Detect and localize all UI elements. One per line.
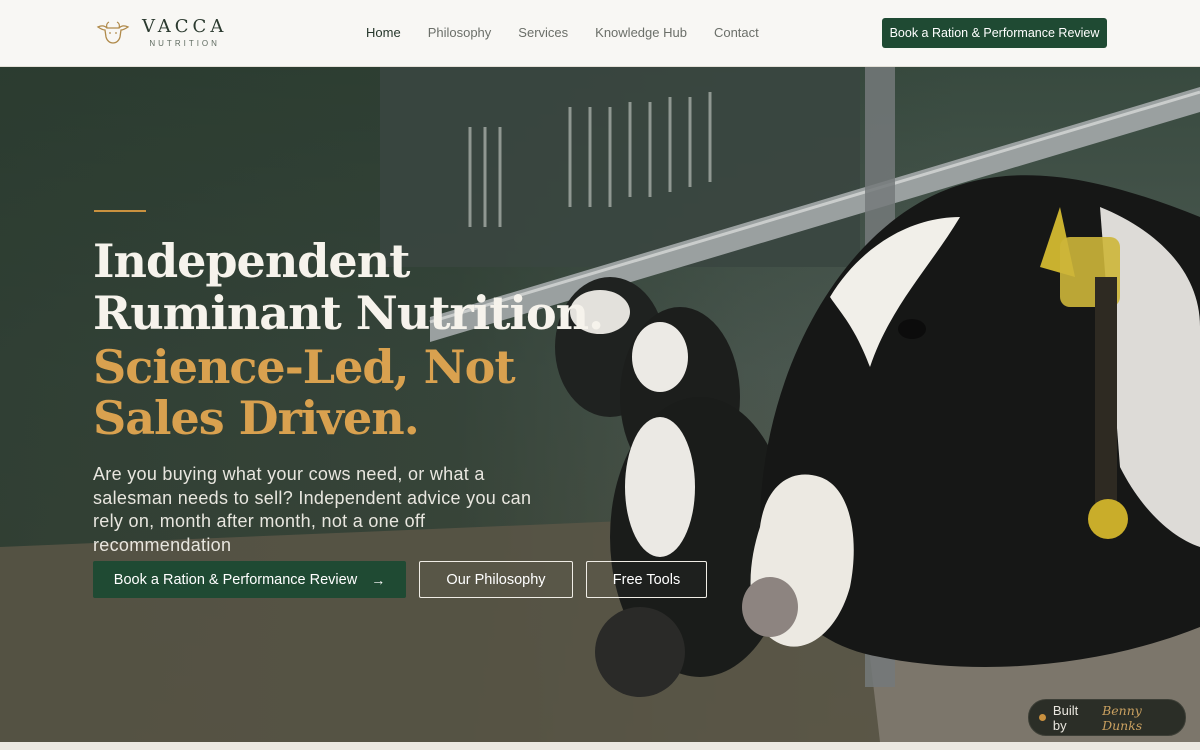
arrow-right-icon: →: [371, 571, 386, 588]
brand-name: VACCA: [142, 16, 228, 37]
hero-book-review-button[interactable]: Book a Ration & Performance Review →: [93, 561, 406, 598]
logo-wordmark: VACCA NUTRITION: [142, 18, 227, 48]
free-tools-button[interactable]: Free Tools: [586, 561, 707, 598]
hero-headline: Independent Ruminant Nutrition.: [93, 234, 604, 340]
hero-section: Independent Ruminant Nutrition. Science-…: [0, 67, 1200, 742]
header-book-review-button[interactable]: Book a Ration & Performance Review: [882, 18, 1107, 48]
main-nav: Home Philosophy Services Knowledge Hub C…: [366, 25, 759, 40]
nav-contact[interactable]: Contact: [714, 25, 759, 40]
our-philosophy-button[interactable]: Our Philosophy: [419, 561, 573, 598]
nav-knowledge-hub[interactable]: Knowledge Hub: [595, 25, 687, 40]
site-header: VACCA NUTRITION Home Philosophy Services…: [0, 0, 1200, 67]
next-section-edge: [0, 742, 1200, 750]
built-by-badge[interactable]: Built by Benny Dunks: [1028, 699, 1186, 736]
cow-head-icon: [96, 21, 130, 44]
badge-prefix: Built by: [1052, 702, 1079, 733]
badge-author: Benny Dunks: [1102, 702, 1143, 733]
hero-book-review-label: Book a Ration & Performance Review: [113, 571, 358, 588]
accent-rule: [94, 210, 146, 212]
hero-body-text: Are you buying what your cows need, or w…: [93, 464, 532, 555]
status-dot-icon: [1039, 714, 1046, 721]
nav-philosophy[interactable]: Philosophy: [428, 25, 492, 40]
hero-subheadline: Science-Led, Not Sales Driven.: [93, 340, 516, 445]
brand-logo[interactable]: VACCA NUTRITION: [96, 18, 227, 48]
brand-subtitle: NUTRITION: [149, 39, 220, 48]
nav-home[interactable]: Home: [366, 25, 401, 40]
nav-services[interactable]: Services: [518, 25, 568, 40]
